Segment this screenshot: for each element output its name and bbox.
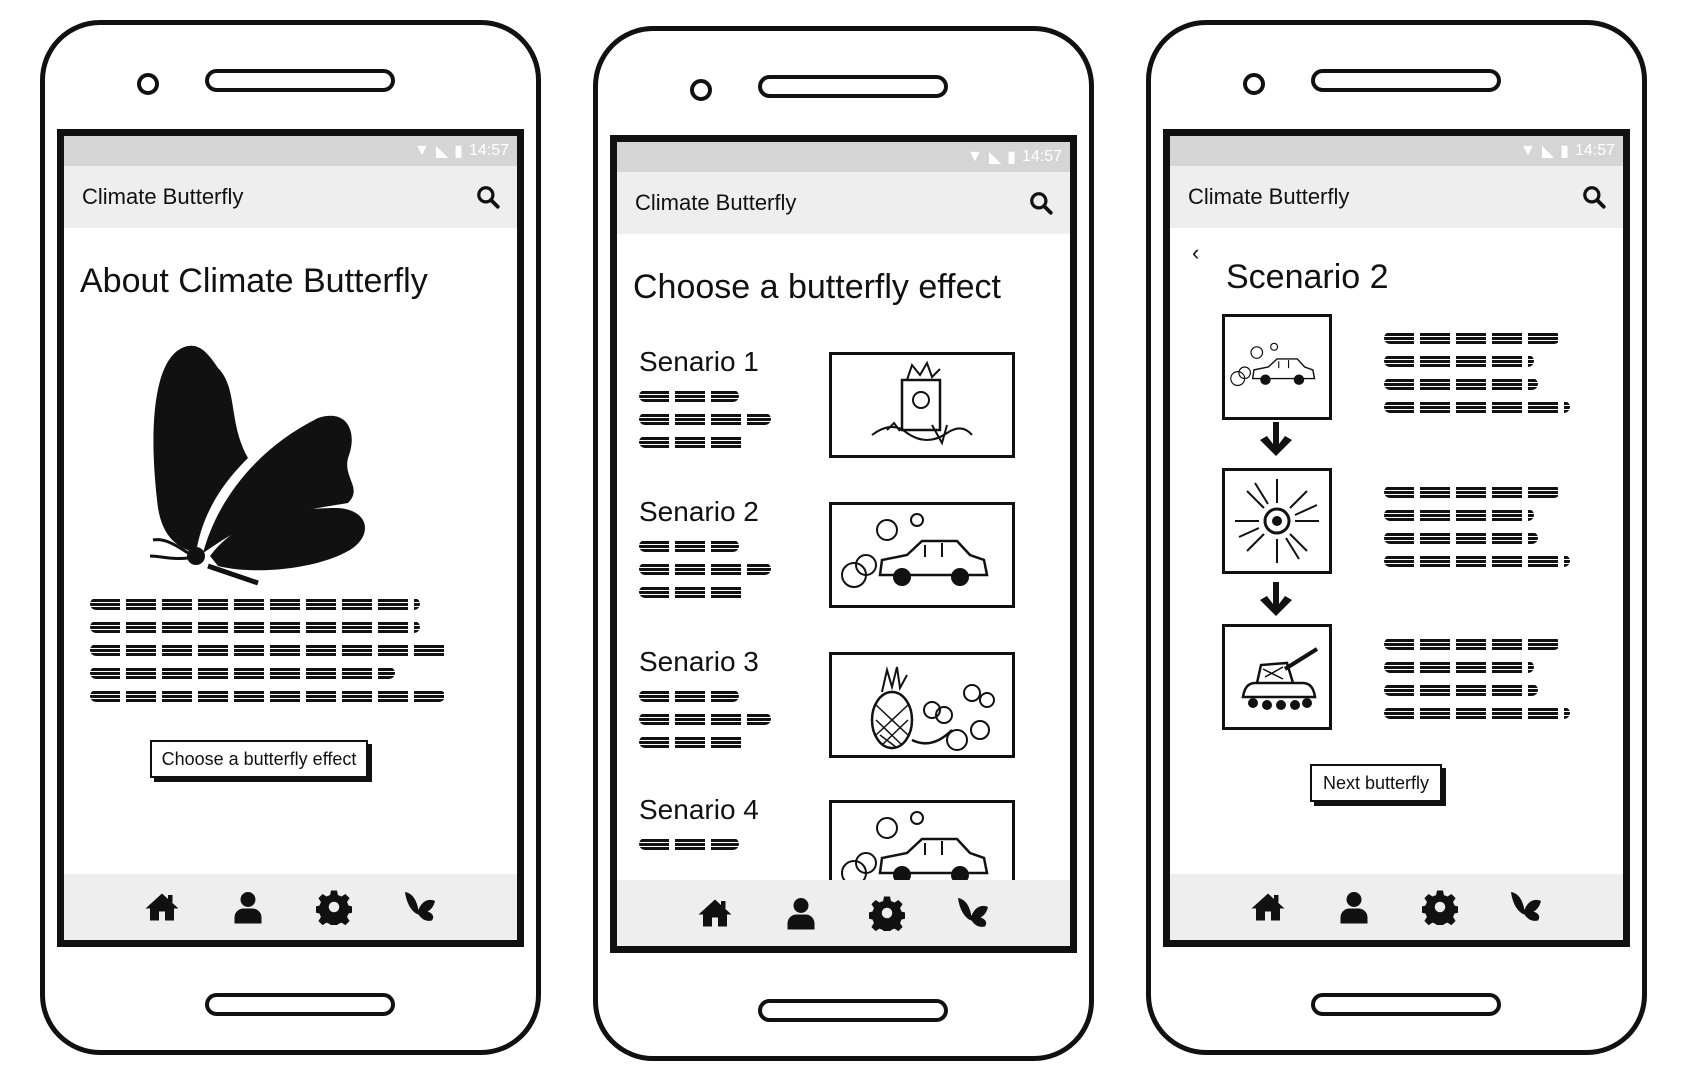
gear-icon[interactable]	[316, 889, 352, 925]
home-icon[interactable]	[1250, 889, 1286, 925]
page-title: Scenario 2	[1226, 258, 1389, 296]
choose-butterfly-button[interactable]: Choose a butterfly effect	[150, 740, 368, 778]
trash-can-sketch	[829, 352, 1015, 458]
battery-icon: ▮	[454, 143, 463, 160]
scenario-title: Senario 1	[639, 346, 759, 377]
scenario-description	[639, 540, 779, 609]
phone-frame-about: ▼ ◣ ▮ 14:57 Climate Butterfly About Clim…	[40, 20, 541, 1055]
app-bar: Climate Butterfly	[64, 166, 517, 228]
step-description	[1384, 638, 1574, 730]
page-title: Choose a butterfly effect	[633, 268, 1001, 306]
car-exhaust-sketch	[1222, 314, 1332, 420]
user-icon[interactable]	[783, 895, 819, 931]
scenario-description	[639, 390, 779, 459]
car-exhaust-sketch	[829, 800, 1015, 880]
tank-sketch	[1222, 624, 1332, 730]
content-area: Choose a butterfly effect Senario 1 Sena…	[617, 234, 1070, 880]
battery-icon: ▮	[1560, 143, 1569, 160]
scenario-description	[639, 838, 779, 861]
camera-icon	[690, 79, 712, 101]
sun-sketch	[1222, 468, 1332, 574]
scenario-card[interactable]: Senario 1	[639, 346, 1019, 466]
butterfly-illustration	[149, 345, 365, 586]
gear-icon[interactable]	[1422, 889, 1458, 925]
phone-frame-choose: ▼ ◣ ▮ 14:57 Climate Butterfly Choose a b…	[593, 26, 1094, 1061]
wifi-icon: ▼	[966, 148, 983, 165]
scenario-card[interactable]: Senario 3	[639, 646, 1019, 766]
bottom-nav	[64, 874, 517, 940]
signal-icon: ◣	[435, 143, 449, 160]
battery-icon: ▮	[1007, 149, 1016, 166]
speaker-grille-bottom	[1311, 993, 1501, 1016]
butterfly-icon[interactable]	[402, 889, 438, 925]
speaker-grille-bottom	[205, 993, 395, 1016]
app-bar: Climate Butterfly	[617, 172, 1070, 234]
content-area: About Climate Butterfly Choose a butterf…	[64, 228, 517, 874]
status-bar: ▼ ◣ ▮ 14:57	[64, 136, 517, 166]
search-icon[interactable]	[1028, 190, 1054, 216]
screen-choose: ▼ ◣ ▮ 14:57 Climate Butterfly Choose a b…	[610, 135, 1077, 953]
back-chevron-icon[interactable]: ‹	[1192, 240, 1199, 266]
speaker-grille	[205, 69, 395, 92]
status-time: 14:57	[468, 142, 509, 159]
speaker-grille-bottom	[758, 999, 948, 1022]
app-title: Climate Butterfly	[82, 184, 244, 209]
status-bar: ▼ ◣ ▮ 14:57	[617, 142, 1070, 172]
content-area: ‹ Scenario 2 Next butterfly	[1170, 228, 1623, 874]
fruit-sketch	[829, 652, 1015, 758]
user-icon[interactable]	[230, 889, 266, 925]
speaker-grille	[1311, 69, 1501, 92]
scenario-title: Senario 2	[639, 496, 759, 527]
scenario-card[interactable]: Senario 2	[639, 496, 1019, 616]
butterfly-icon[interactable]	[955, 895, 991, 931]
screen-scenario: ▼ ◣ ▮ 14:57 Climate Butterfly ‹ Scenario…	[1163, 129, 1630, 947]
search-icon[interactable]	[1581, 184, 1607, 210]
search-icon[interactable]	[475, 184, 501, 210]
scenario-title: Senario 4	[639, 794, 759, 825]
signal-icon: ◣	[988, 149, 1002, 166]
page-title: About Climate Butterfly	[80, 262, 428, 300]
scenario-description	[639, 690, 779, 759]
step-description	[1384, 486, 1574, 578]
wifi-icon: ▼	[1519, 142, 1536, 159]
butterfly-icon[interactable]	[1508, 889, 1544, 925]
user-icon[interactable]	[1336, 889, 1372, 925]
description-text	[90, 598, 450, 713]
status-time: 14:57	[1021, 148, 1062, 165]
camera-icon	[137, 73, 159, 95]
phone-frame-scenario: ▼ ◣ ▮ 14:57 Climate Butterfly ‹ Scenario…	[1146, 20, 1647, 1055]
app-title: Climate Butterfly	[635, 190, 797, 215]
scenario-title: Senario 3	[639, 646, 759, 677]
scenario-card[interactable]: Senario 4	[639, 794, 1019, 880]
status-time: 14:57	[1574, 142, 1615, 159]
car-exhaust-sketch	[829, 502, 1015, 608]
next-butterfly-button[interactable]: Next butterfly	[1310, 764, 1442, 802]
camera-icon	[1243, 73, 1265, 95]
home-icon[interactable]	[144, 889, 180, 925]
bottom-nav	[617, 880, 1070, 946]
screen-about: ▼ ◣ ▮ 14:57 Climate Butterfly About Clim…	[57, 129, 524, 947]
down-arrow-icon	[1256, 420, 1296, 460]
home-icon[interactable]	[697, 895, 733, 931]
status-bar: ▼ ◣ ▮ 14:57	[1170, 136, 1623, 166]
signal-icon: ◣	[1541, 143, 1555, 160]
app-bar: Climate Butterfly	[1170, 166, 1623, 228]
down-arrow-icon	[1256, 580, 1296, 620]
step-description	[1384, 332, 1574, 424]
bottom-nav	[1170, 874, 1623, 940]
gear-icon[interactable]	[869, 895, 905, 931]
wifi-icon: ▼	[413, 142, 430, 159]
app-title: Climate Butterfly	[1188, 184, 1350, 209]
speaker-grille	[758, 75, 948, 98]
